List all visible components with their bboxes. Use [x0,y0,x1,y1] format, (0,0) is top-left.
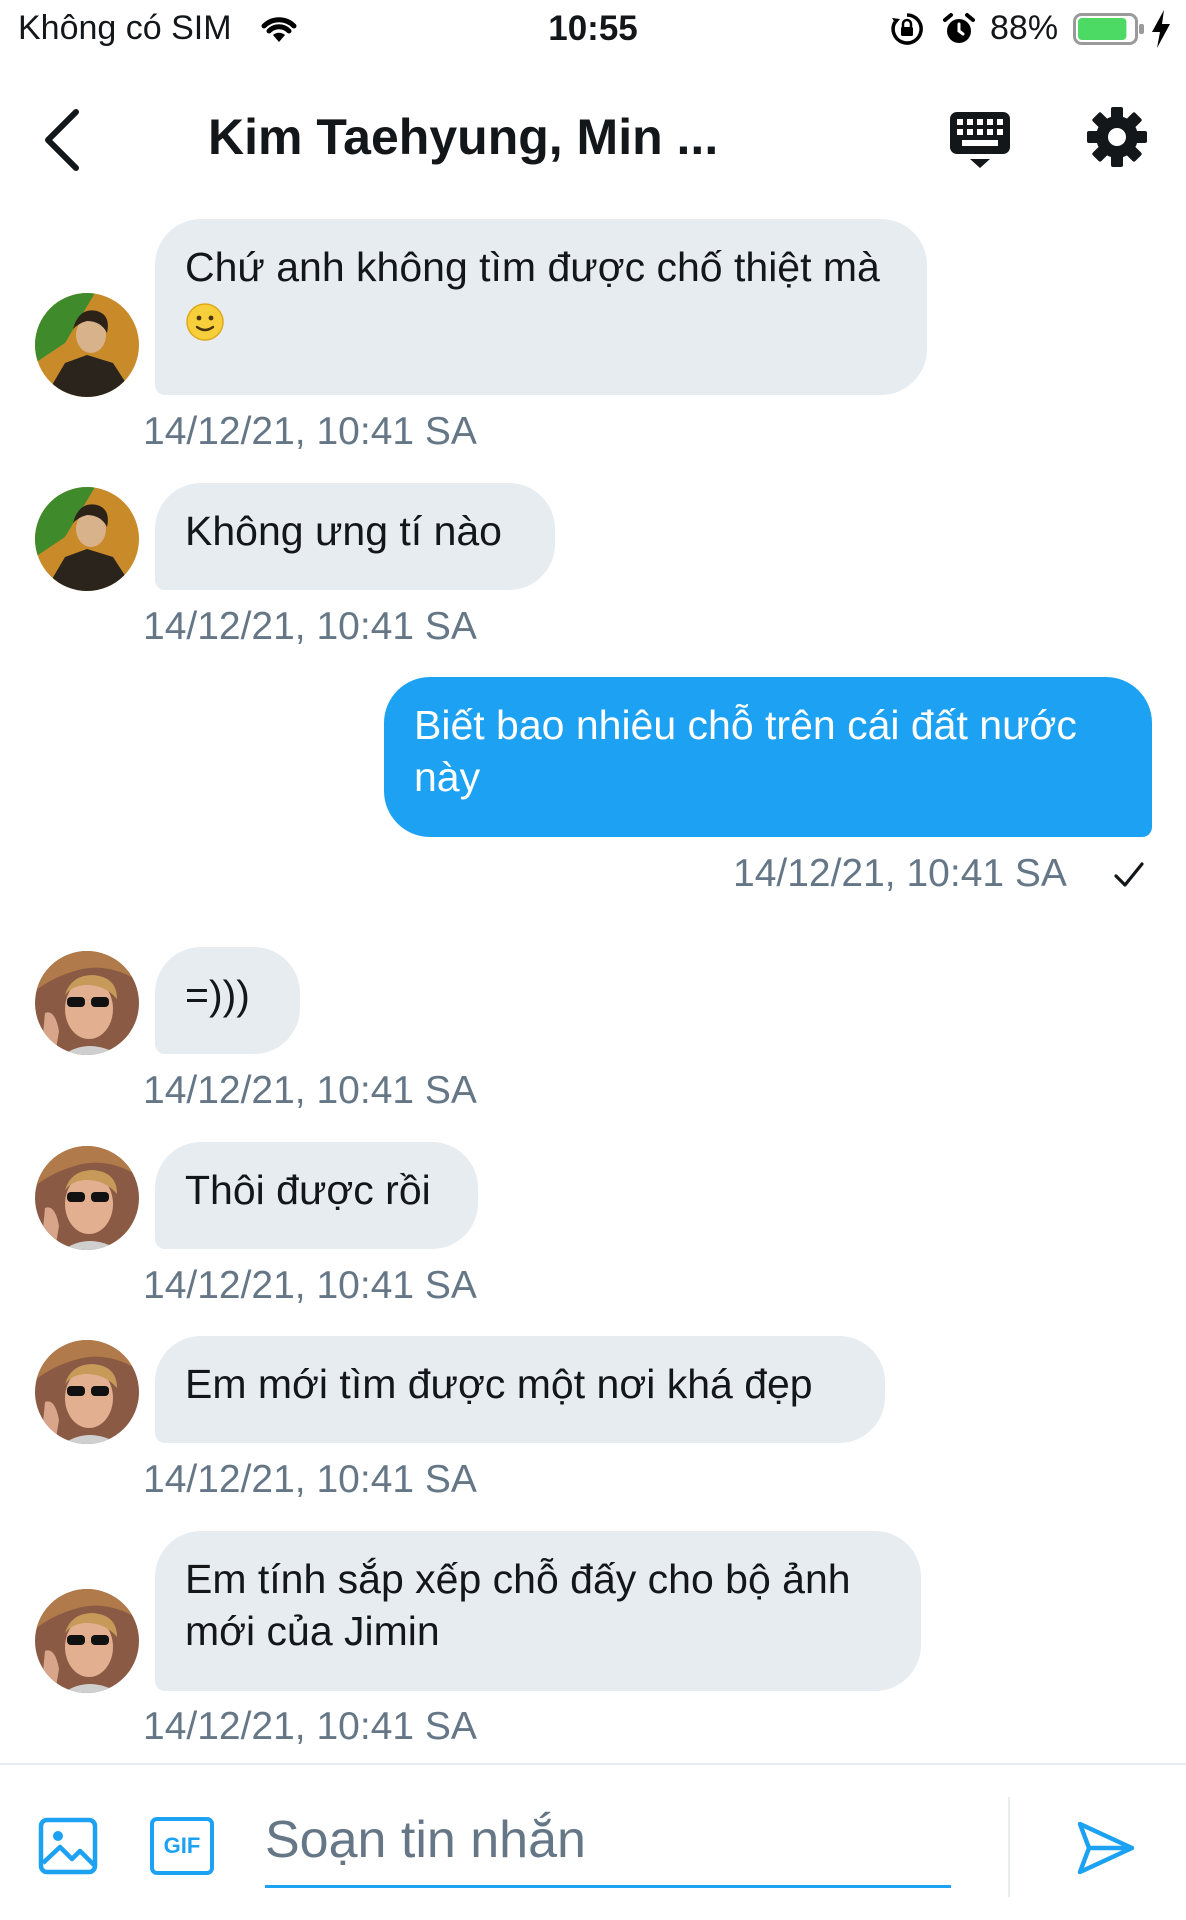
alarm-icon [943,13,975,43]
message-bubble[interactable]: =))) [155,947,300,1054]
gif-button[interactable]: GIF [150,1817,214,1875]
conversation-title[interactable]: Kim Taehyung, Min ... [208,108,768,166]
message-bubble[interactable]: Em tính sắp xếp chỗ đấy cho bộ ảnh mới c… [155,1531,921,1691]
avatar[interactable] [35,1589,139,1693]
gear-icon[interactable] [1086,106,1148,168]
battery-percent: 88% [990,9,1059,47]
avatar[interactable] [35,951,139,1055]
message-text: Em mới tìm được một nơi khá đẹp [185,1361,813,1407]
orientation-lock-icon [891,13,923,45]
message-input-placeholder: Soạn tin nhắn [265,1811,586,1869]
message-timestamp: 14/12/21, 10:41 SA [143,1705,477,1748]
message-bubble[interactable]: Chứ anh không tìm được chố thiệt mà [155,219,927,395]
message-text: Chứ anh không tìm được chố thiệt mà [185,244,880,290]
image-icon[interactable] [38,1817,98,1875]
avatar[interactable] [35,1146,139,1250]
send-icon[interactable] [1076,1819,1136,1877]
message-text: =))) [185,972,250,1018]
message-bubble[interactable]: Không ưng tí nào [155,483,555,590]
message-text: Em tính sắp xếp chỗ đấy cho bộ ảnh mới c… [185,1556,851,1654]
message-timestamp: 14/12/21, 10:41 SA [143,1458,477,1501]
message-composer: GIF Soạn tin nhắn [0,1763,1186,1920]
conversation-header: Kim Taehyung, Min ... [0,80,1186,200]
charging-icon [1152,10,1170,48]
avatar[interactable] [35,487,139,591]
slightly-smiling-face-icon [186,303,224,341]
message-bubble-outgoing[interactable]: Biết bao nhiêu chỗ trên cái đất nước này [384,677,1152,837]
message-timestamp: 14/12/21, 10:41 SA [143,410,477,453]
checkmark-icon [1114,862,1144,887]
message-timestamp: 14/12/21, 10:41 SA [143,605,477,648]
message-timestamp: 14/12/21, 10:41 SA [143,1264,477,1307]
message-text: Biết bao nhiêu chỗ trên cái đất nước này [414,702,1077,800]
avatar[interactable] [35,1340,139,1444]
message-input[interactable]: Soạn tin nhắn [265,1805,951,1888]
back-button[interactable] [40,106,84,174]
keyboard-icon[interactable] [948,110,1012,170]
status-bar: Không có SIM 10:55 88% [0,0,1186,60]
gif-label: GIF [163,1833,201,1858]
message-bubble[interactable]: Em mới tìm được một nơi khá đẹp [155,1336,885,1443]
battery-icon [1073,13,1144,45]
message-text: Thôi được rồi [185,1167,431,1213]
message-text: Không ưng tí nào [185,508,502,554]
message-bubble[interactable]: Thôi được rồi [155,1142,478,1249]
composer-divider [1008,1797,1010,1897]
message-timestamp: 14/12/21, 10:41 SA [143,1069,477,1112]
message-timestamp: 14/12/21, 10:41 SA [733,852,1067,895]
avatar[interactable] [35,293,139,397]
